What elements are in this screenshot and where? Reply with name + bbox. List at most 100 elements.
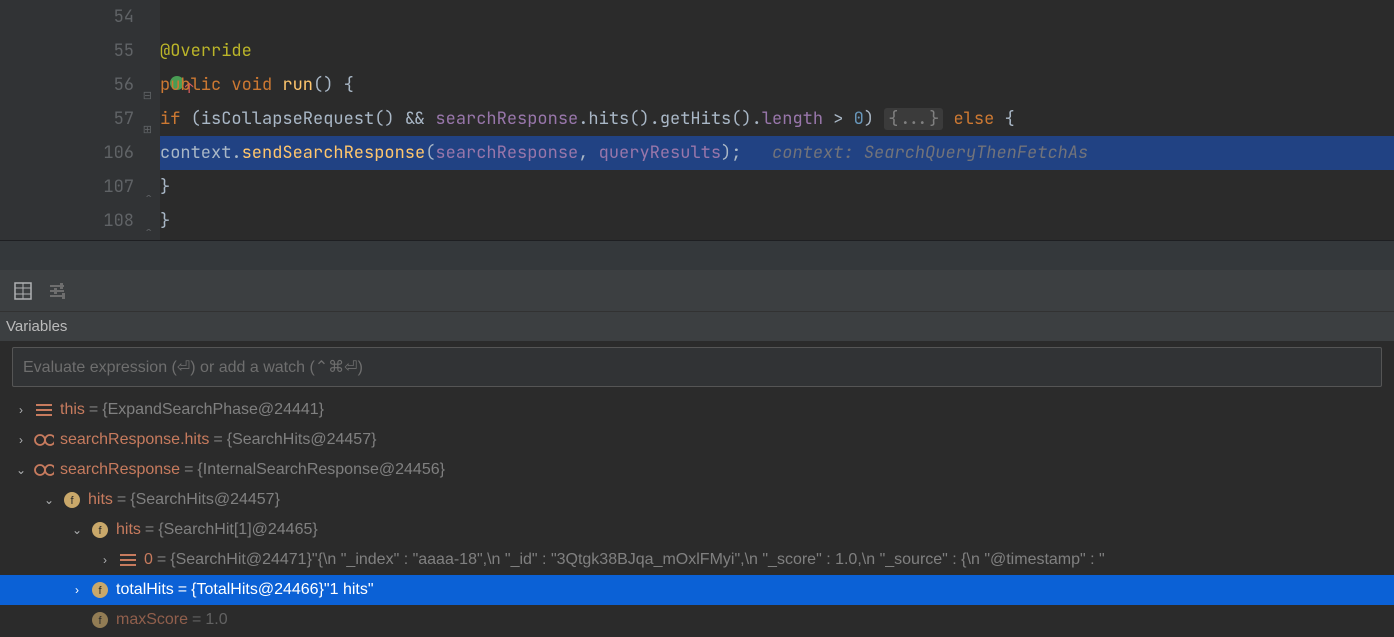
token: > <box>823 108 854 130</box>
glasses-icon <box>34 430 54 450</box>
fold-icon[interactable]: ⊞ <box>140 113 152 125</box>
expand-chevron-icon[interactable]: › <box>14 403 28 417</box>
fold-icon[interactable]: ⌃ <box>140 181 152 193</box>
field-icon: f <box>90 610 110 630</box>
evaluate-expression-input[interactable]: Evaluate expression (⏎) or add a watch (… <box>12 347 1382 387</box>
equals-sign: = <box>192 611 201 629</box>
code-line[interactable]: context.sendSearchResponse(searchRespons… <box>160 136 1394 170</box>
expand-chevron-icon[interactable]: ⌄ <box>42 493 56 507</box>
token: searchResponse <box>435 108 578 130</box>
line-number: 57⊞ <box>0 102 134 136</box>
bars-icon <box>118 550 138 570</box>
line-number: 55 <box>0 34 134 68</box>
token: if <box>160 108 191 130</box>
code-line[interactable]: public void run() { <box>160 68 1394 102</box>
line-number: 107⌃ <box>0 170 134 204</box>
token: ( <box>191 108 201 130</box>
variable-name: totalHits <box>116 581 174 599</box>
field-icon: f <box>90 520 110 540</box>
variable-value: {SearchHits@24457} <box>227 431 377 449</box>
bars-icon <box>34 400 54 420</box>
variable-name: maxScore <box>116 611 188 629</box>
token: public <box>160 74 231 96</box>
variable-value: {SearchHit[1]@24465} <box>158 521 317 539</box>
token: length <box>762 108 823 130</box>
expand-chevron-icon[interactable]: › <box>14 433 28 447</box>
variable-name: searchResponse <box>60 461 180 479</box>
variable-node[interactable]: ⌄ searchResponse = {InternalSearchRespons… <box>0 455 1394 485</box>
token: queryResults <box>599 142 721 164</box>
token: searchResponse <box>435 142 578 164</box>
token: ); <box>721 142 772 164</box>
fold-icon[interactable]: ⌃ <box>140 215 152 227</box>
token: , <box>578 142 598 164</box>
variables-tree[interactable]: › this = {ExpandSearchPhase@24441} › search… <box>0 393 1394 637</box>
code-line[interactable]: if (isCollapseRequest() && searchRespons… <box>160 102 1394 136</box>
expand-chevron-icon[interactable]: › <box>98 553 112 567</box>
code-line[interactable] <box>160 0 1394 34</box>
token: @Override <box>160 40 252 62</box>
glasses-icon <box>34 460 54 480</box>
token: .hits().getHits(). <box>578 108 762 130</box>
token: void <box>231 74 282 96</box>
variable-node[interactable]: fmaxScore = 1.0 <box>0 605 1394 635</box>
field-icon: f <box>90 580 110 600</box>
equals-sign: = <box>184 461 193 479</box>
token: sendSearchResponse <box>242 142 426 164</box>
line-number: 54 <box>0 0 134 34</box>
token: else <box>953 108 994 130</box>
token: context. <box>160 142 242 164</box>
token: isCollapseRequest() && <box>201 108 436 130</box>
token: ( <box>425 142 435 164</box>
variable-name: hits <box>116 521 141 539</box>
code-line[interactable]: } <box>160 204 1394 238</box>
expand-chevron-icon[interactable]: ⌄ <box>70 523 84 537</box>
table-view-icon[interactable] <box>14 282 32 300</box>
code-line[interactable]: @Override <box>160 34 1394 68</box>
variable-node[interactable]: › f totalHits = {TotalHits@24466} "1 hits" <box>0 575 1394 605</box>
variable-name: 0 <box>144 551 153 569</box>
token: ) <box>864 108 884 130</box>
fold-icon[interactable]: ⊟ <box>140 79 152 91</box>
editor-separator <box>0 240 1394 270</box>
variable-name: this <box>60 401 85 419</box>
variable-node[interactable]: ⌄fhits = {SearchHits@24457} <box>0 485 1394 515</box>
settings-toggle-icon[interactable] <box>50 283 70 299</box>
line-number: 108⌃ <box>0 204 134 238</box>
variable-name: searchResponse.hits <box>60 431 209 449</box>
variables-panel-title: Variables <box>0 312 1394 341</box>
variable-node[interactable]: › this = {ExpandSearchPhase@24441} <box>0 395 1394 425</box>
variable-value: {SearchHits@24457} <box>130 491 280 509</box>
variable-name: hits <box>88 491 113 509</box>
line-number: 106 <box>0 136 134 170</box>
variable-value: {SearchHit@24471} <box>170 551 312 569</box>
code-area[interactable]: @Overridepublic void run() {if (isCollap… <box>160 0 1394 240</box>
variable-value: {InternalSearchResponse@24456} <box>197 461 445 479</box>
equals-sign: = <box>89 401 98 419</box>
equals-sign: = <box>178 581 187 599</box>
token: context: SearchQueryThenFetchAs <box>772 142 1088 164</box>
variable-node[interactable]: ›searchResponse.hits = {SearchHits@24457… <box>0 425 1394 455</box>
code-line[interactable]: } <box>160 170 1394 204</box>
equals-sign: = <box>157 551 166 569</box>
variables-panel: Evaluate expression (⏎) or add a watch (… <box>0 347 1394 637</box>
variable-value: {ExpandSearchPhase@24441} <box>102 401 324 419</box>
variable-value: {TotalHits@24466} <box>191 581 324 599</box>
gutter: 545556⊟57⊞106107⌃108⌃ <box>0 0 160 240</box>
token: 0 <box>854 108 864 130</box>
equals-sign: = <box>145 521 154 539</box>
variable-string: "1 hits" <box>324 581 374 599</box>
variable-node[interactable]: ⌄ fhits = {SearchHit[1]@24465} <box>0 515 1394 545</box>
token: () { <box>313 74 354 96</box>
expand-chevron-icon[interactable]: › <box>70 583 84 597</box>
expand-chevron-icon[interactable]: ⌄ <box>14 463 28 477</box>
token: {...} <box>884 108 943 130</box>
debug-toolbar <box>0 270 1394 312</box>
token: } <box>160 210 170 232</box>
token <box>943 108 953 130</box>
line-number: 56⊟ <box>0 68 134 102</box>
token: { <box>994 108 1014 130</box>
token: run <box>282 74 313 96</box>
code-editor[interactable]: 545556⊟57⊞106107⌃108⌃ @Override public vo… <box>0 0 1394 240</box>
variable-node[interactable]: ›0 = {SearchHit@24471} "{\n "_index" : "… <box>0 545 1394 575</box>
